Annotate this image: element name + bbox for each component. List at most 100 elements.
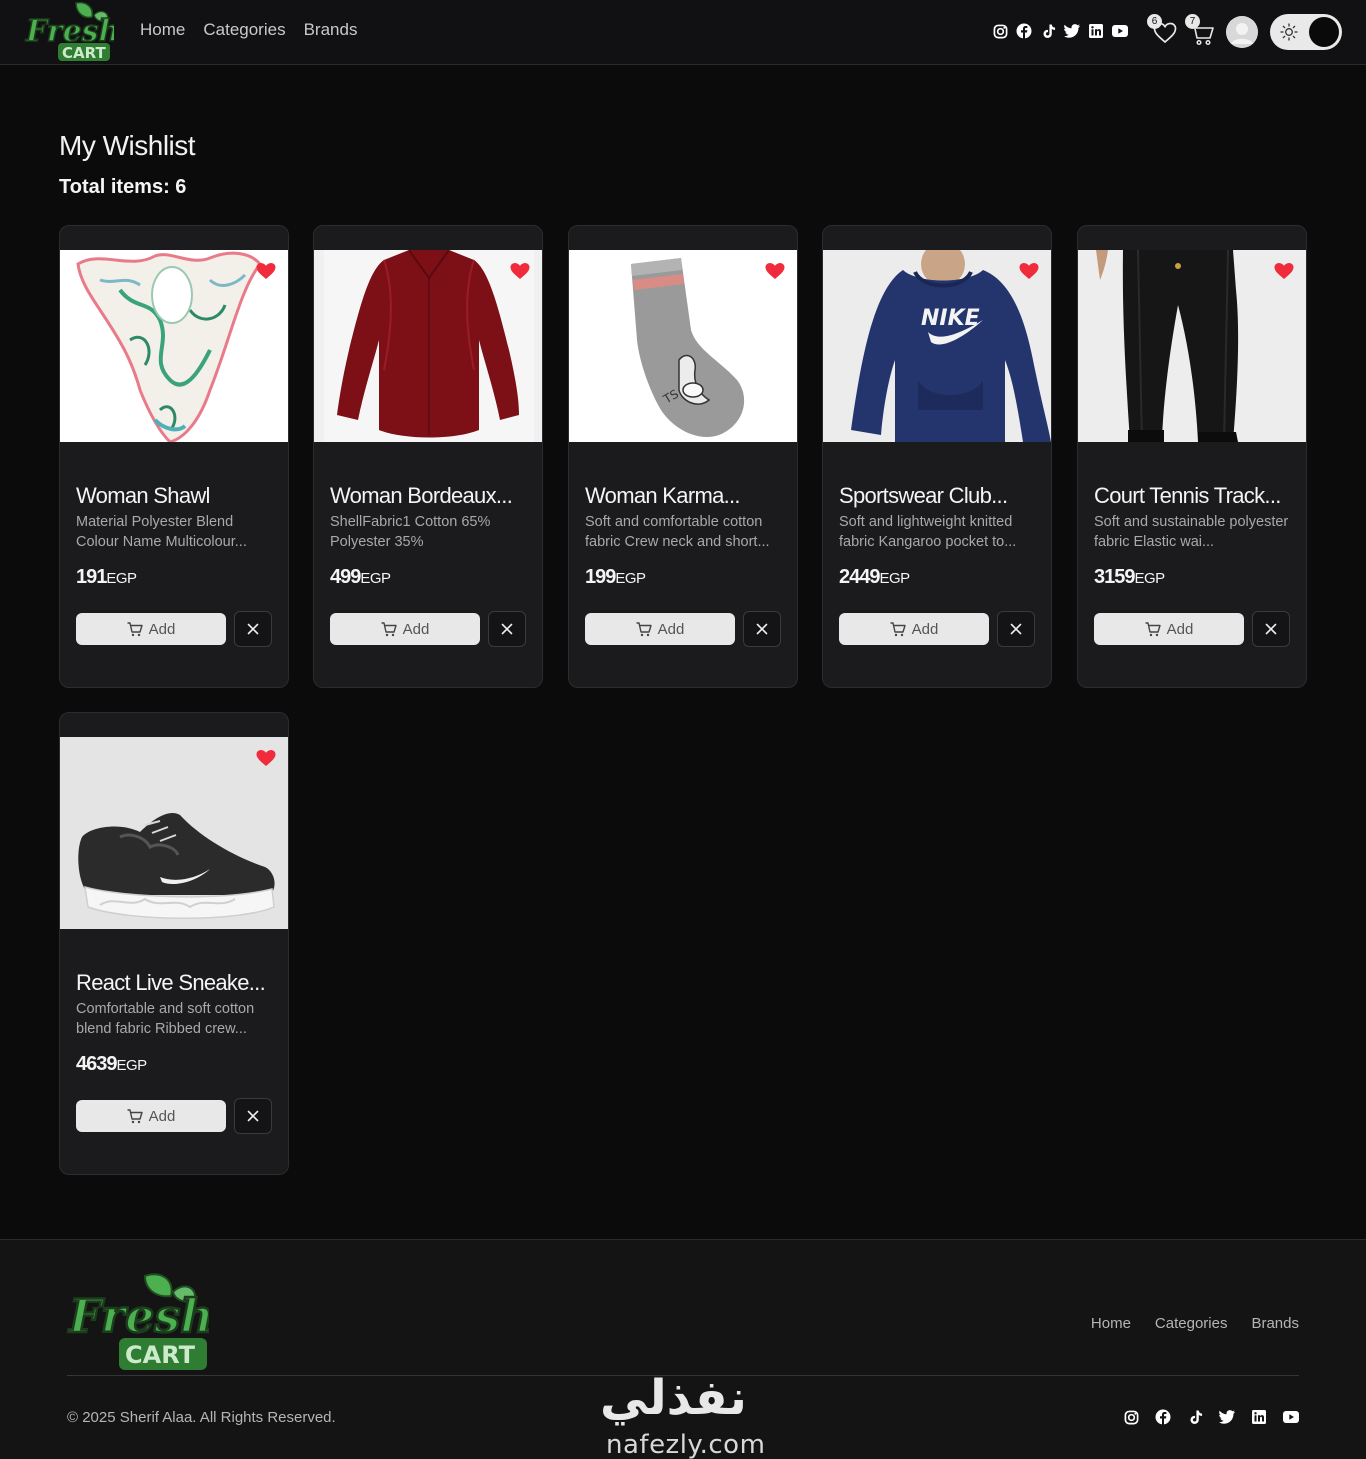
add-label: Add — [402, 620, 430, 638]
close-icon — [501, 623, 513, 635]
heart-filled-icon[interactable] — [256, 262, 276, 280]
remove-from-wishlist-button[interactable] — [234, 1098, 272, 1134]
twitter-icon[interactable] — [1219, 1409, 1235, 1425]
theme-toggle[interactable] — [1270, 14, 1342, 50]
price-value: 3159 — [1094, 566, 1135, 588]
product-name[interactable]: Woman Karma... — [585, 483, 785, 509]
tiktok-icon[interactable] — [1187, 1409, 1203, 1425]
product-price: 2449EGP — [839, 566, 910, 589]
product-name[interactable]: Sportswear Club... — [839, 483, 1039, 509]
remove-from-wishlist-button[interactable] — [488, 611, 526, 647]
twitter-icon[interactable] — [1064, 23, 1080, 39]
header-social-links — [992, 23, 1128, 39]
close-icon — [247, 1110, 259, 1122]
wishlist-count-badge: 6 — [1147, 14, 1162, 29]
product-name[interactable]: Woman Bordeaux... — [330, 483, 530, 509]
remove-from-wishlist-button[interactable] — [1252, 611, 1290, 647]
footer-logo-text-bottom: CART — [125, 1341, 196, 1369]
track-pants-image — [1078, 250, 1306, 442]
add-label: Add — [1166, 620, 1194, 638]
product-description: Soft and sustainable polyester fabric El… — [1094, 514, 1289, 550]
add-label: Add — [148, 620, 176, 638]
remove-from-wishlist-button[interactable] — [743, 611, 781, 647]
close-icon — [1010, 623, 1022, 635]
copyright-text: © 2025 Sherif Alaa. All Rights Reserved. — [67, 1409, 336, 1426]
cart-icon — [381, 621, 397, 636]
product-description: Material Polyester Blend Colour Name Mul… — [76, 514, 247, 550]
facebook-icon[interactable] — [1016, 23, 1032, 39]
product-image[interactable]: NIKE — [823, 250, 1051, 442]
cart-button[interactable]: 7 — [1183, 14, 1215, 48]
cart-icon — [1145, 621, 1161, 636]
nav-home[interactable]: Home — [140, 20, 185, 40]
watermark-latin-text: nafezly.com — [606, 1430, 766, 1459]
remove-from-wishlist-button[interactable] — [997, 611, 1035, 647]
product-image[interactable]: TS — [569, 250, 797, 442]
product-name[interactable]: Woman Shawl — [76, 483, 276, 509]
nafezly-watermark: نفذلي nafezly.com — [596, 1370, 772, 1459]
wishlist-card: Woman Bordeaux... ShellFabric1 Cotton 65… — [313, 225, 543, 688]
sneaker-image — [60, 737, 288, 929]
instagram-icon[interactable] — [992, 23, 1008, 39]
heart-filled-icon[interactable] — [1274, 262, 1294, 280]
footer-social-links — [1123, 1409, 1299, 1425]
logo-text-bottom: CART — [62, 44, 106, 62]
product-name[interactable]: Court Tennis Track... — [1094, 483, 1294, 509]
sock-image: TS — [569, 250, 797, 442]
add-to-cart-button[interactable]: Add — [330, 613, 480, 645]
add-to-cart-button[interactable]: Add — [1094, 613, 1244, 645]
heart-filled-icon[interactable] — [1019, 262, 1039, 280]
price-value: 2449 — [839, 566, 880, 588]
product-image[interactable] — [60, 250, 288, 442]
product-price: 3159EGP — [1094, 566, 1165, 589]
sun-icon — [1280, 23, 1298, 41]
product-image[interactable] — [314, 250, 542, 442]
nav-brands[interactable]: Brands — [304, 20, 358, 40]
add-label: Add — [148, 1107, 176, 1125]
youtube-icon[interactable] — [1283, 1409, 1299, 1425]
page-title: My Wishlist — [59, 130, 196, 161]
footer-nav-categories[interactable]: Categories — [1155, 1315, 1228, 1332]
shawl-image — [60, 250, 288, 442]
product-image[interactable] — [1078, 250, 1306, 442]
cart-icon — [890, 621, 906, 636]
heart-filled-icon[interactable] — [765, 262, 785, 280]
nav-categories[interactable]: Categories — [203, 20, 285, 40]
linkedin-icon[interactable] — [1088, 23, 1104, 39]
wishlist-button[interactable]: 6 — [1147, 14, 1179, 48]
heart-filled-icon[interactable] — [510, 262, 530, 280]
footer-nav: Home Categories Brands — [1091, 1315, 1299, 1332]
linkedin-icon[interactable] — [1251, 1409, 1267, 1425]
wishlist-card: NIKE Sportswear Club... Soft and lightwe… — [822, 225, 1052, 688]
product-description: ShellFabric1 Cotton 65% Polyester 35% — [330, 514, 491, 550]
product-description: Soft and comfortable cotton fabric Crew … — [585, 514, 770, 550]
tiktok-icon[interactable] — [1040, 23, 1056, 39]
facebook-icon[interactable] — [1155, 1409, 1171, 1425]
add-to-cart-button[interactable]: Add — [76, 1100, 226, 1132]
add-to-cart-button[interactable]: Add — [585, 613, 735, 645]
price-currency: EGP — [360, 570, 391, 587]
wishlist-card: Woman Shawl Material Polyester Blend Col… — [59, 225, 289, 688]
footer-fresh-cart-logo[interactable]: Fresh CART — [67, 1270, 209, 1375]
remove-from-wishlist-button[interactable] — [234, 611, 272, 647]
footer-nav-brands[interactable]: Brands — [1251, 1315, 1299, 1332]
youtube-icon[interactable] — [1112, 23, 1128, 39]
price-value: 499 — [330, 566, 361, 588]
close-icon — [756, 623, 768, 635]
add-to-cart-button[interactable]: Add — [76, 613, 226, 645]
footer: Fresh CART Home Categories Brands © 2025… — [0, 1239, 1366, 1459]
instagram-icon[interactable] — [1123, 1409, 1139, 1425]
footer-nav-home[interactable]: Home — [1091, 1315, 1131, 1332]
add-label: Add — [911, 620, 939, 638]
watermark-arabic-text: نفذلي — [600, 1370, 747, 1426]
fresh-cart-logo[interactable]: Fresh CART — [24, 1, 114, 63]
product-price: 191EGP — [76, 566, 137, 589]
product-image[interactable] — [60, 737, 288, 929]
user-avatar-icon — [1226, 16, 1258, 48]
heart-filled-icon[interactable] — [256, 749, 276, 767]
navbar: Fresh CART Home Categories Brands 6 7 — [0, 0, 1366, 65]
user-avatar[interactable] — [1226, 16, 1258, 48]
product-name[interactable]: React Live Sneake... — [76, 970, 276, 996]
add-to-cart-button[interactable]: Add — [839, 613, 989, 645]
price-currency: EGP — [1134, 570, 1166, 587]
